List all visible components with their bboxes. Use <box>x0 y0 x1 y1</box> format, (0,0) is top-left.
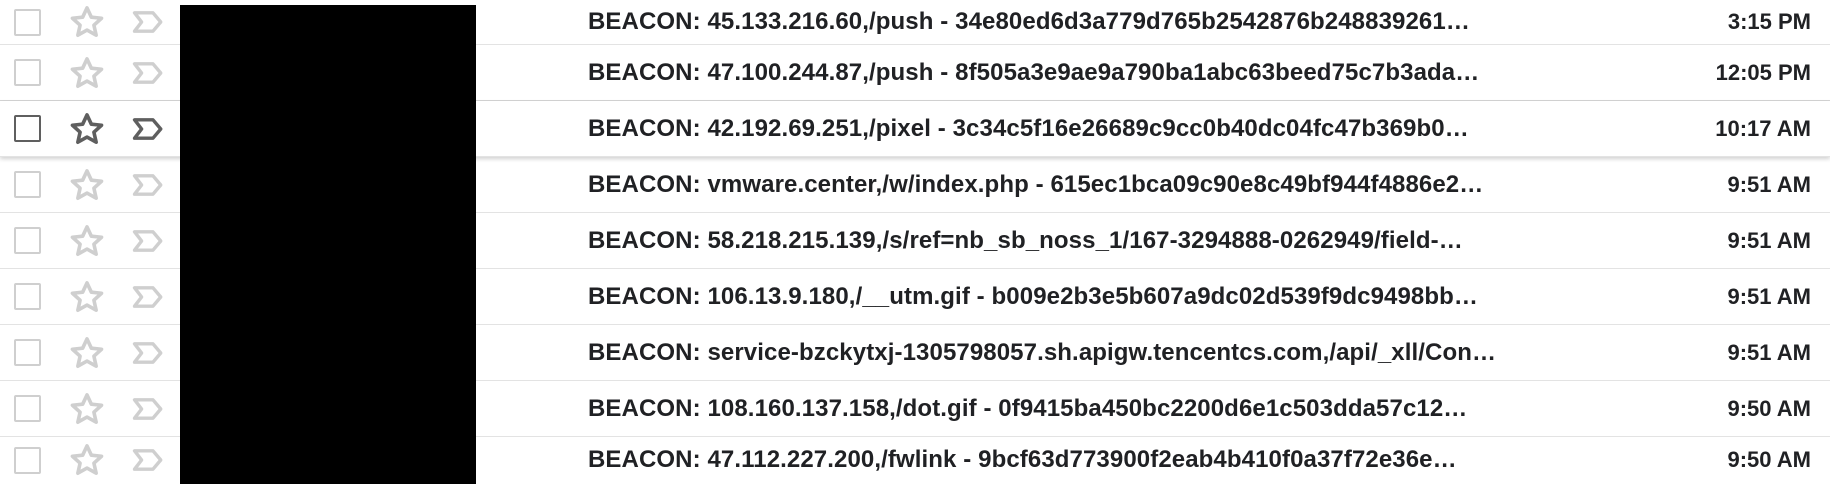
star-icon[interactable] <box>69 55 105 91</box>
label-icon[interactable] <box>131 114 165 144</box>
select-checkbox[interactable] <box>14 115 41 142</box>
select-checkbox[interactable] <box>14 395 41 422</box>
message-subject: BEACON: 58.218.215.139,/s/ref=nb_sb_noss… <box>588 226 1463 254</box>
sender-redaction-block <box>180 5 476 484</box>
label-icon[interactable] <box>131 226 165 256</box>
message-time: 3:15 PM <box>1727 9 1811 34</box>
message-subject: BEACON: service-bzckytxj-1305798057.sh.a… <box>588 338 1497 366</box>
message-time: 9:51 AM <box>1727 171 1811 197</box>
message-time: 12:05 PM <box>1715 59 1811 85</box>
message-list: BEACON: 45.133.216.60,/push - 34e80ed6d3… <box>0 0 1830 484</box>
label-icon[interactable] <box>131 445 165 475</box>
select-checkbox[interactable] <box>14 59 41 86</box>
message-time: 9:51 AM <box>1727 227 1811 253</box>
select-checkbox[interactable] <box>14 8 41 36</box>
star-icon[interactable] <box>69 442 105 478</box>
select-checkbox[interactable] <box>14 339 41 366</box>
label-icon[interactable] <box>131 170 165 200</box>
select-checkbox[interactable] <box>14 171 41 198</box>
select-checkbox[interactable] <box>14 446 41 474</box>
message-subject: BEACON: 106.13.9.180,/__utm.gif - b009e2… <box>588 282 1479 310</box>
message-subject: BEACON: 45.133.216.60,/push - 34e80ed6d3… <box>588 8 1470 35</box>
star-icon[interactable] <box>69 167 105 203</box>
star-icon[interactable] <box>69 4 105 40</box>
select-checkbox[interactable] <box>14 283 41 310</box>
message-subject: BEACON: vmware.center,/w/index.php - 615… <box>588 170 1484 198</box>
message-time: 9:51 AM <box>1727 283 1811 309</box>
select-checkbox[interactable] <box>14 227 41 254</box>
message-time: 10:17 AM <box>1715 115 1811 141</box>
label-icon[interactable] <box>131 58 165 88</box>
message-time: 9:51 AM <box>1727 339 1811 365</box>
label-icon[interactable] <box>131 394 165 424</box>
star-icon[interactable] <box>69 391 105 427</box>
star-icon[interactable] <box>69 111 105 147</box>
star-icon[interactable] <box>69 335 105 371</box>
message-time: 9:50 AM <box>1727 395 1811 421</box>
star-icon[interactable] <box>69 223 105 259</box>
message-time: 9:50 AM <box>1727 447 1811 472</box>
message-subject: BEACON: 47.100.244.87,/push - 8f505a3e9a… <box>588 58 1480 86</box>
message-subject: BEACON: 47.112.227.200,/fwlink - 9bcf63d… <box>588 446 1457 473</box>
label-icon[interactable] <box>131 282 165 312</box>
label-icon[interactable] <box>131 7 165 37</box>
label-icon[interactable] <box>131 338 165 368</box>
message-subject: BEACON: 42.192.69.251,/pixel - 3c34c5f16… <box>588 114 1469 142</box>
message-subject: BEACON: 108.160.137.158,/dot.gif - 0f941… <box>588 394 1468 422</box>
star-icon[interactable] <box>69 279 105 315</box>
